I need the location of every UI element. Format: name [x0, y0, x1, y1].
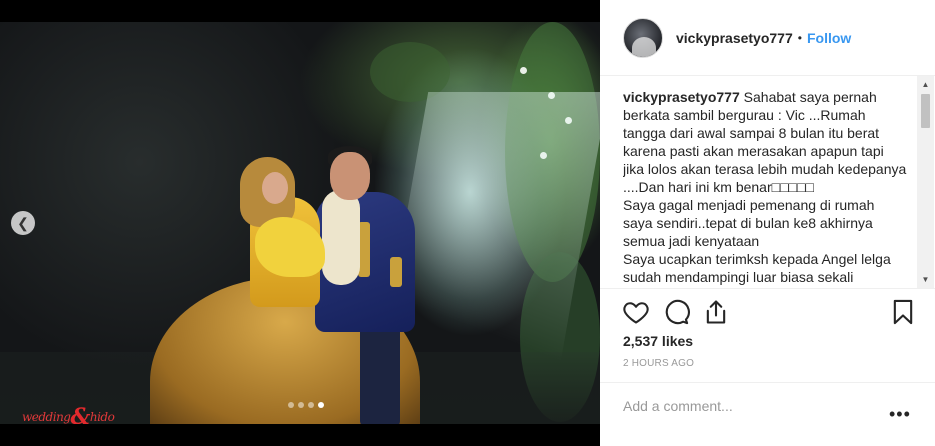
- post-photo[interactable]: wedding&hido: [0, 22, 600, 424]
- scroll-down-arrow-icon[interactable]: ▼: [917, 271, 934, 288]
- save-button[interactable]: [889, 298, 917, 326]
- caption-line: Saya gagal menjadi pemenang di rumah say…: [623, 197, 875, 249]
- carousel-indicator: [288, 402, 324, 408]
- scroll-up-arrow-icon[interactable]: ▲: [917, 76, 934, 93]
- divider: [600, 288, 935, 289]
- post-header: vickyprasetyo777 • Follow: [600, 0, 935, 76]
- post-timestamp[interactable]: 2 HOURS AGO: [623, 358, 694, 369]
- scrollbar-thumb[interactable]: [921, 94, 930, 128]
- bookmark-icon: [893, 299, 913, 325]
- post-caption: vickyprasetyo777 Sahabat saya pernah ber…: [623, 88, 907, 286]
- like-button[interactable]: [622, 298, 650, 326]
- chevron-left-icon: ❮: [17, 215, 29, 231]
- groom-face: [330, 152, 370, 200]
- groom-legs: [360, 322, 400, 424]
- header-separator: •: [797, 30, 802, 45]
- post-media: wedding&hido ❮: [0, 0, 600, 446]
- share-button[interactable]: [702, 298, 730, 326]
- flower: [520, 67, 527, 74]
- carousel-dot: [318, 402, 324, 408]
- more-options-button[interactable]: •••: [889, 405, 911, 424]
- carousel-prev-button[interactable]: ❮: [11, 211, 35, 235]
- caption-line: Saya ucapkan terimksh kepada Angel lelga…: [623, 251, 891, 285]
- caption-username[interactable]: vickyprasetyo777: [623, 89, 740, 105]
- carousel-dot: [288, 402, 294, 408]
- carousel-dot: [298, 402, 304, 408]
- bride-face: [262, 172, 288, 204]
- carousel-dot: [308, 402, 314, 408]
- likes-count[interactable]: 2,537 likes: [623, 333, 693, 349]
- comment-icon: [665, 299, 690, 325]
- photo-watermark: wedding&hido: [22, 404, 115, 424]
- comment-input[interactable]: [623, 396, 873, 416]
- divider: [600, 382, 935, 383]
- heart-icon: [623, 302, 649, 324]
- caption-scrollbar[interactable]: ▲ ▼: [917, 76, 934, 288]
- post-sidebar: vickyprasetyo777 • Follow vickyprasetyo7…: [600, 0, 935, 446]
- groom-cravat: [322, 190, 360, 285]
- action-bar: [622, 296, 918, 328]
- comment-button[interactable]: [662, 298, 690, 326]
- avatar[interactable]: [623, 17, 663, 58]
- share-icon: [706, 300, 726, 324]
- coat-trim: [390, 257, 402, 287]
- username-link[interactable]: vickyprasetyo777: [676, 30, 793, 46]
- follow-button[interactable]: Follow: [807, 30, 851, 46]
